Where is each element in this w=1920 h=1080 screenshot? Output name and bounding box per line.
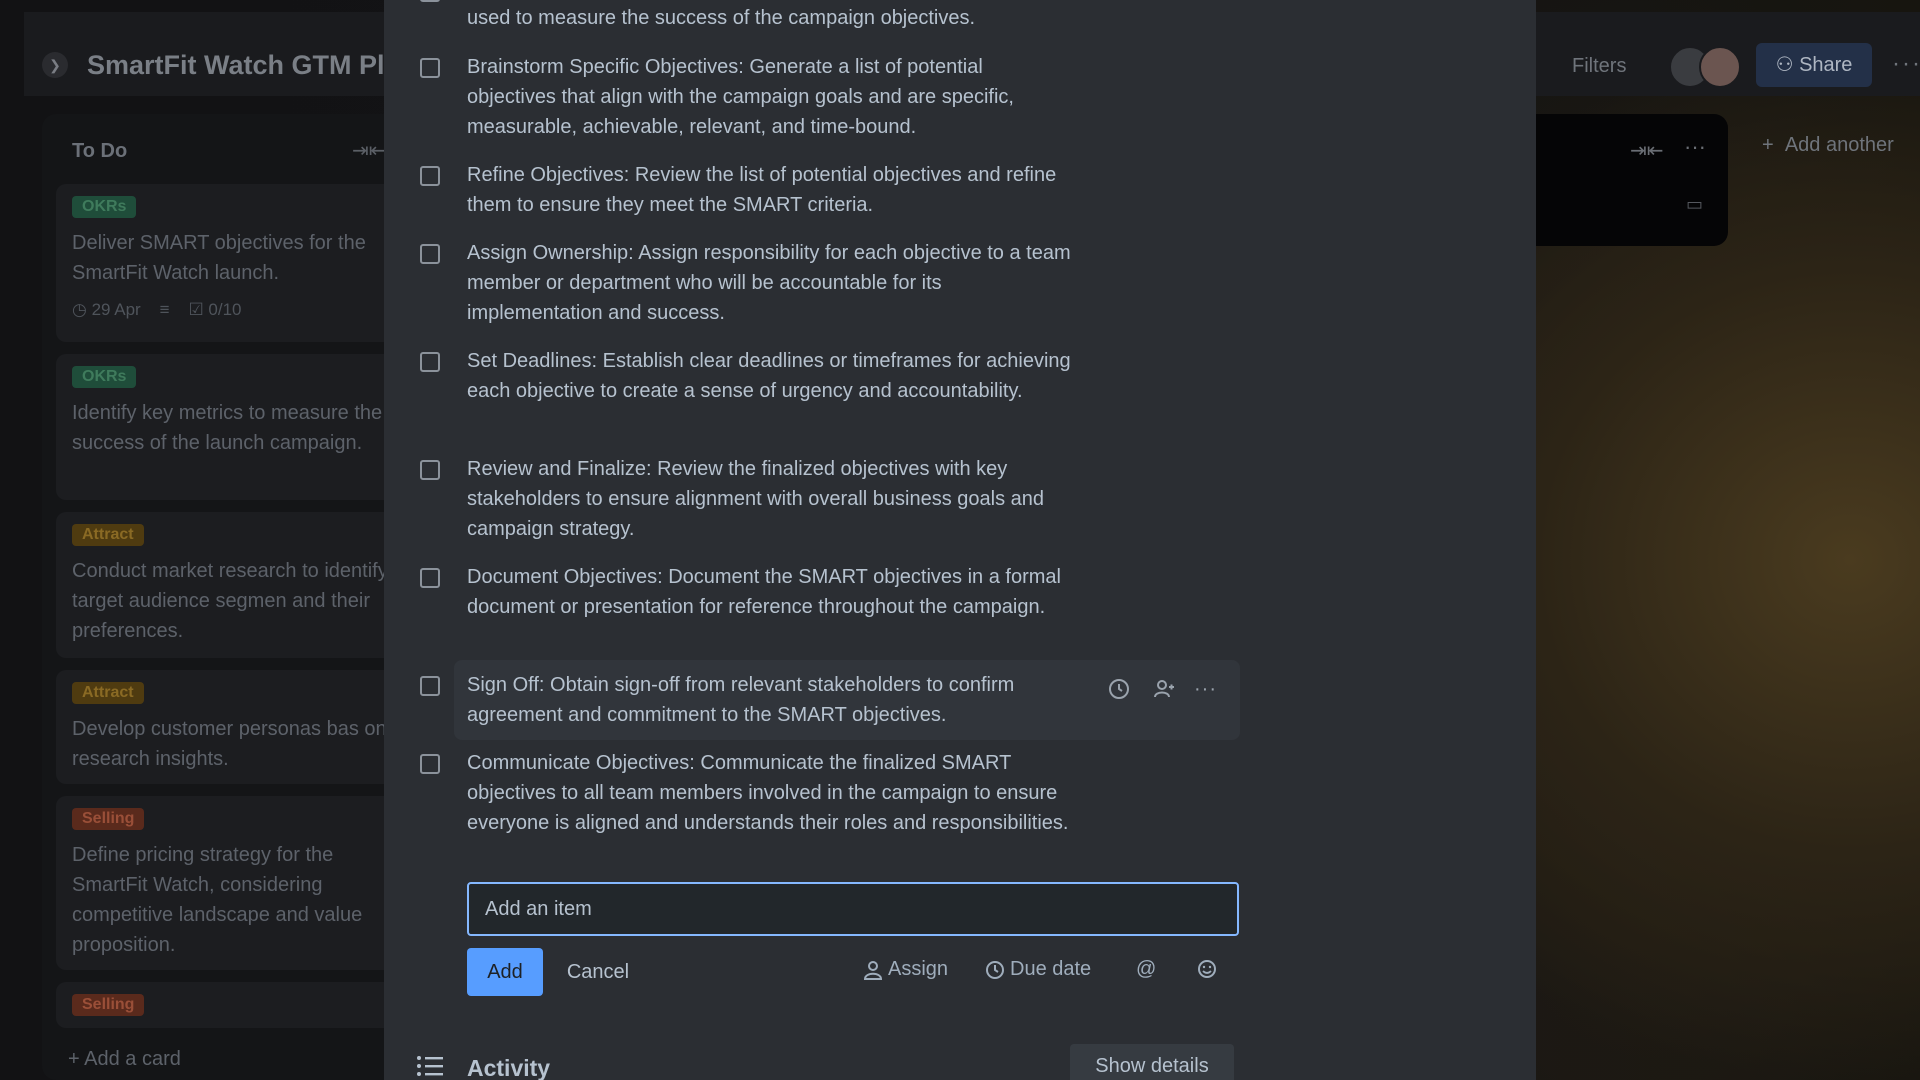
card-title: Deliver SMART objectives for the SmartFi… [72, 232, 366, 284]
checklist-checkbox[interactable] [420, 166, 440, 186]
share-button[interactable]: ⚇ Share [1756, 43, 1872, 87]
card[interactable]: Selling [56, 982, 406, 1028]
show-details-button[interactable]: Show details [1070, 1044, 1234, 1080]
card-label: Attract [72, 524, 144, 546]
checklist-checkbox[interactable] [420, 244, 440, 264]
template-icon[interactable]: ▭ [1686, 194, 1703, 215]
card-title: Identify key metrics to measure the succ… [72, 402, 383, 454]
more-icon[interactable]: ··· [1194, 676, 1220, 702]
board-title[interactable]: SmartFit Watch GTM Plar [87, 50, 410, 81]
at-sign-icon: @ [1136, 958, 1157, 980]
card[interactable]: Selling Define pricing strategy for the … [56, 796, 406, 970]
card-title: Define pricing strategy for the SmartFit… [72, 844, 363, 956]
filters-button[interactable]: Filters [1572, 55, 1626, 78]
add-button[interactable]: Add [467, 948, 543, 996]
emoji-button[interactable] [1196, 958, 1218, 980]
more-icon[interactable]: ··· [1892, 50, 1920, 78]
emoji-icon [1198, 960, 1216, 978]
card-label: OKRs [72, 366, 137, 388]
mention-button[interactable]: @ [1136, 958, 1156, 981]
person-icon [863, 960, 883, 980]
add-list-label: Add another [1784, 134, 1894, 156]
checklist-item-text[interactable]: Sign Off: Obtain sign-off from relevant … [467, 670, 1077, 730]
list-to-do: To Do ⇥⇤ OKRs Deliver SMART objectives f… [42, 114, 406, 1080]
activity-list-icon [416, 1055, 444, 1077]
checklist-item-text[interactable]: Set Deadlines: Establish clear deadlines… [467, 346, 1077, 406]
checklist-checkbox[interactable] [420, 754, 440, 774]
checklist-checkbox[interactable] [420, 352, 440, 372]
description-icon: ≡ [159, 300, 170, 319]
plus-icon: + [1762, 134, 1780, 156]
checklist-checkbox[interactable] [420, 676, 440, 696]
card[interactable]: OKRs Identify key metrics to measure the… [56, 354, 406, 500]
add-card-button[interactable]: + Add a card [68, 1048, 181, 1071]
card-checklist-count: 0/10 [208, 300, 242, 319]
card[interactable]: Attract Conduct market research to ident… [56, 512, 406, 658]
card-title: Conduct market research to identify targ… [72, 560, 388, 642]
add-person-icon: ⚇ [1775, 54, 1800, 76]
checklist-checkbox[interactable] [420, 0, 440, 2]
card-title: Develop customer personas bas on researc… [72, 718, 387, 770]
add-item-input[interactable] [467, 882, 1239, 936]
checklist-item-text[interactable]: Refine Objectives: Review the list of po… [467, 160, 1077, 220]
collapse-icon[interactable]: ⇥⇤ [352, 138, 386, 163]
checklist-item-text[interactable]: Assign Ownership: Assign responsibility … [467, 238, 1077, 328]
checklist-item-text[interactable]: Document Objectives: Document the SMART … [467, 562, 1077, 622]
due-date-label: Due date [1010, 958, 1092, 980]
checklist-item-text[interactable]: Review and Finalize: Review the finalize… [467, 454, 1077, 544]
plus-icon: + [68, 1048, 85, 1070]
due-date-clock-icon[interactable] [1106, 676, 1132, 702]
card[interactable]: OKRs Deliver SMART objectives for the Sm… [56, 184, 406, 342]
checklist-checkbox[interactable] [420, 460, 440, 480]
checklist-checkbox[interactable] [420, 58, 440, 78]
card-label: OKRs [72, 196, 137, 218]
share-label: Share [1799, 54, 1853, 76]
card-detail-modal: used to measure the success of the campa… [384, 0, 1536, 1080]
assign-member-icon[interactable] [1150, 676, 1176, 702]
card-meta: ◷ 29 Apr ≡ ☑ 0/10 [72, 300, 242, 320]
checklist-icon: ☑ [188, 300, 209, 319]
collapse-icon[interactable]: ⇥⇤ [1630, 138, 1664, 163]
card-due-date: 29 Apr [91, 300, 141, 319]
list-title[interactable]: To Do [72, 140, 127, 163]
due-date-button[interactable]: Due date [984, 958, 1091, 981]
card-label: Attract [72, 682, 144, 704]
assign-label: Assign [888, 958, 949, 980]
checklist-item-text[interactable]: Communicate Objectives: Communicate the … [467, 748, 1077, 838]
more-icon[interactable]: ··· [1684, 134, 1706, 160]
checklist-item-text[interactable]: Brainstorm Specific Objectives: Generate… [467, 52, 1077, 142]
workspace-icon[interactable]: ❯ [42, 52, 68, 78]
card[interactable]: Attract Develop customer personas bas on… [56, 670, 406, 784]
activity-title: Activity [467, 1055, 551, 1080]
card-label: Selling [72, 994, 145, 1016]
assign-button[interactable]: Assign [862, 958, 948, 981]
cancel-button[interactable]: Cancel [557, 948, 639, 996]
avatar[interactable] [1699, 46, 1741, 88]
card-label: Selling [72, 808, 145, 830]
add-card-label: Add a card [84, 1048, 181, 1070]
list-collapsed: ⇥⇤ ··· ▭ [1520, 114, 1728, 246]
add-list-button[interactable]: + Add another [1762, 134, 1894, 157]
clock-icon [986, 960, 1004, 979]
checklist-checkbox[interactable] [420, 568, 440, 588]
clock-icon: ◷ [72, 300, 92, 319]
checklist-item-text[interactable]: used to measure the success of the campa… [467, 3, 1077, 33]
member-avatars[interactable] [1669, 46, 1749, 88]
